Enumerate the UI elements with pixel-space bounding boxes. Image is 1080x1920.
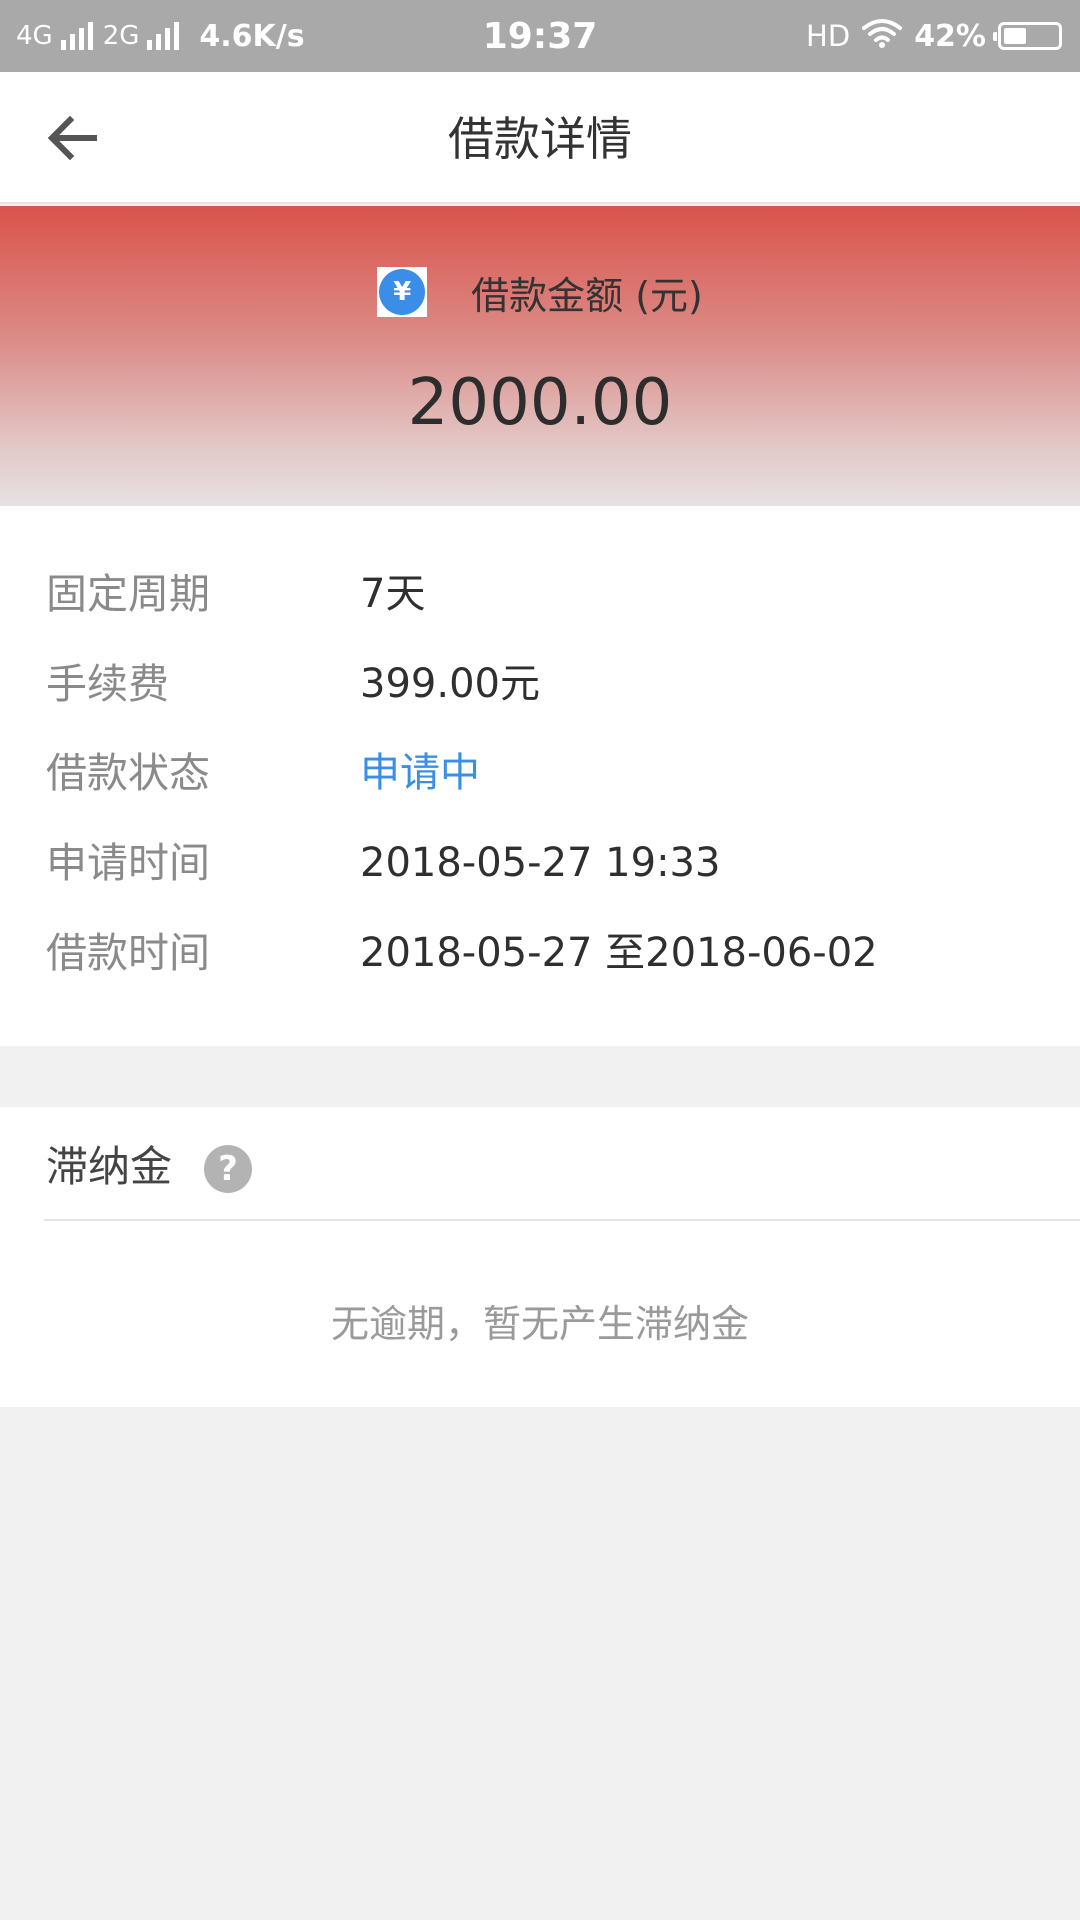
battery-percent: 42%	[914, 18, 986, 54]
amount-banner: ¥ 借款金额 (元) 2000.00	[0, 206, 1080, 506]
status-bar: 4G 2G 4.6K/s 19:37 HD 42%	[0, 0, 1080, 72]
loan-amount-value: 2000.00	[407, 366, 673, 440]
loan-details: 固定周期 7天 手续费 399.00元 借款状态 申请中 申请时间 2018-0…	[0, 506, 1080, 1046]
detail-label: 借款时间	[46, 929, 210, 977]
question-icon[interactable]: ?	[204, 1145, 252, 1193]
hd-label: HD	[806, 19, 851, 53]
battery-icon	[993, 22, 1062, 50]
status-value: 申请中	[360, 750, 480, 796]
app-header: 借款详情	[0, 72, 1080, 204]
late-fee-message: 无逾期，暂无产生滞纳金	[330, 1302, 749, 1346]
detail-value: 2018-05-27 至2018-06-02	[360, 930, 878, 976]
detail-label: 固定周期	[46, 570, 210, 618]
detail-value: 399.00元	[360, 661, 540, 707]
late-fee-title: 滞纳金	[46, 1142, 173, 1191]
detail-row-fee: 手续费 399.00元	[0, 654, 1080, 714]
status-bar-right: HD 42%	[806, 0, 1062, 72]
detail-row-loan-time: 借款时间 2018-05-27 至2018-06-02	[0, 923, 1080, 983]
detail-label: 手续费	[46, 660, 169, 708]
divider	[44, 1219, 1080, 1221]
amount-label: 借款金额 (元)	[471, 273, 703, 318]
yen-icon: ¥	[377, 267, 428, 317]
detail-row-apply-time: 申请时间 2018-05-27 19:33	[0, 833, 1080, 893]
detail-label: 借款状态	[46, 749, 210, 797]
page-title: 借款详情	[448, 112, 632, 166]
late-fee-section: 滞纳金 ? 无逾期，暂无产生滞纳金	[0, 1107, 1080, 1407]
detail-value: 7天	[360, 571, 426, 617]
wifi-icon	[862, 18, 903, 55]
detail-row-status: 借款状态 申请中	[0, 743, 1080, 803]
amount-header: ¥ 借款金额 (元)	[0, 264, 1080, 320]
detail-value: 2018-05-27 19:33	[360, 840, 721, 886]
detail-label: 申请时间	[46, 839, 210, 887]
detail-row-period: 固定周期 7天	[0, 564, 1080, 624]
